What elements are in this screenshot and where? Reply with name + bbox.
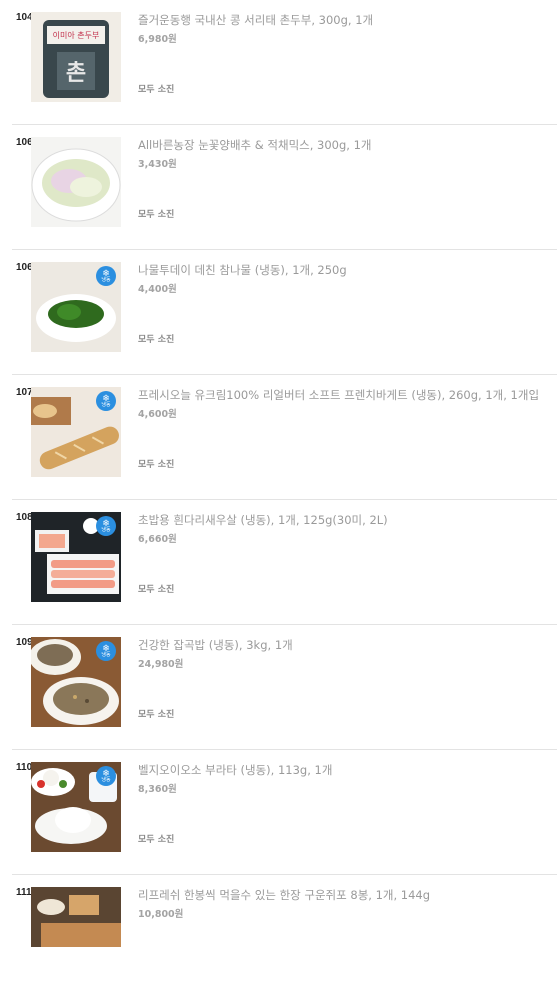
list-item[interactable]: 107 ❄ 냉동 프레시오늘 유크림100% 리얼버터 소프트 프렌치바게트 (냉… [12,375,557,500]
product-price: 4,400원 [138,284,177,295]
list-item[interactable]: 104 이미아 촌두부 촌 즐거운동행 국내산 콩 서리태 촌두부, 300g,… [12,0,557,125]
frozen-badge: ❄ 냉동 [96,391,116,411]
frozen-badge: ❄ 냉동 [96,766,116,786]
soldout-status: 모두 소진 [138,710,175,720]
product-image-baguette[interactable]: ❄ 냉동 [31,387,121,477]
rank-number: 110 [16,762,33,773]
product-name[interactable]: All바른농장 눈꽃양배추 & 적채믹스, 300g, 1개 [138,137,547,154]
soldout-status: 모두 소진 [138,835,175,845]
product-name[interactable]: 초밥용 흰다리새우살 (냉동), 1개, 125g(30미, 2L) [138,512,547,529]
rank-number: 111 [16,887,32,898]
package-label: 이미아 촌두부 [53,30,100,40]
soldout-status: 모두 소진 [138,210,175,220]
list-item[interactable]: 111 리프레쉬 한봉씩 먹을수 있는 한장 구운쥐포 8봉, 1개, 144g… [12,875,557,1000]
product-image-shrimp[interactable]: ❄ 냉동 [31,512,121,602]
product-list: 104 이미아 촌두부 촌 즐거운동행 국내산 콩 서리태 촌두부, 300g,… [0,0,557,1000]
product-image-cabbage-mix[interactable] [31,137,121,227]
frozen-badge: ❄ 냉동 [96,641,116,661]
list-item[interactable]: 108 ❄ 냉동 초밥용 흰다리새우살 (냉동), 1개, 125g(30미, 2… [12,500,557,625]
product-price: 24,980원 [138,659,184,670]
soldout-status: 모두 소진 [138,585,175,595]
soldout-status: 모두 소진 [138,335,175,345]
product-image-chamnamul[interactable]: ❄ 냉동 [31,262,121,352]
product-price: 10,800원 [138,909,184,920]
product-name[interactable]: 나물투데이 데친 참나물 (냉동), 1개, 250g [138,262,547,279]
product-name[interactable]: 리프레쉬 한봉씩 먹을수 있는 한장 구운쥐포 8봉, 1개, 144g [138,887,547,904]
product-price: 4,600원 [138,409,177,420]
list-item[interactable]: 106 ❄ 냉동 나물투데이 데친 참나물 (냉동), 1개, 250g 4,40… [12,250,557,375]
product-image-tofu[interactable]: 이미아 촌두부 촌 [31,12,121,102]
product-name[interactable]: 벨지오이오소 부라타 (냉동), 113g, 1개 [138,762,547,779]
list-item[interactable]: 109 ❄ 냉동 건강한 잡곡밥 (냉동), 3kg, 1개 24,980원 모두… [12,625,557,750]
package-mark: 촌 [66,61,86,86]
product-image-burrata[interactable]: ❄ 냉동 [31,762,121,852]
soldout-status: 모두 소진 [138,85,175,95]
product-price: 6,660원 [138,534,177,545]
cabbage-salad-illustration [31,148,121,222]
frozen-badge: ❄ 냉동 [96,516,116,536]
product-image-dried-filefish[interactable] [31,887,121,947]
product-image-multigrain-rice[interactable]: ❄ 냉동 [31,637,121,727]
product-price: 6,980원 [138,34,177,45]
frozen-badge: ❄ 냉동 [96,266,116,286]
soldout-status: 모두 소진 [138,460,175,470]
list-item[interactable]: 110 ❄ 냉동 벨지오이오소 부라타 (냉동), 113g, 1개 8,360원… [12,750,557,875]
product-name[interactable]: 프레시오늘 유크림100% 리얼버터 소프트 프렌치바게트 (냉동), 260g… [138,387,547,404]
product-name[interactable]: 즐거운동행 국내산 콩 서리태 촌두부, 300g, 1개 [138,12,547,29]
product-name[interactable]: 건강한 잡곡밥 (냉동), 3kg, 1개 [138,637,547,654]
product-price: 8,360원 [138,784,177,795]
dried-fish-illustration [37,895,121,947]
list-item[interactable]: 106 All바른농장 눈꽃양배추 & 적채믹스, 300g, 1개 3,430… [12,125,557,250]
product-price: 3,430원 [138,159,177,170]
tofu-package-illustration: 이미아 촌두부 촌 [43,20,109,98]
